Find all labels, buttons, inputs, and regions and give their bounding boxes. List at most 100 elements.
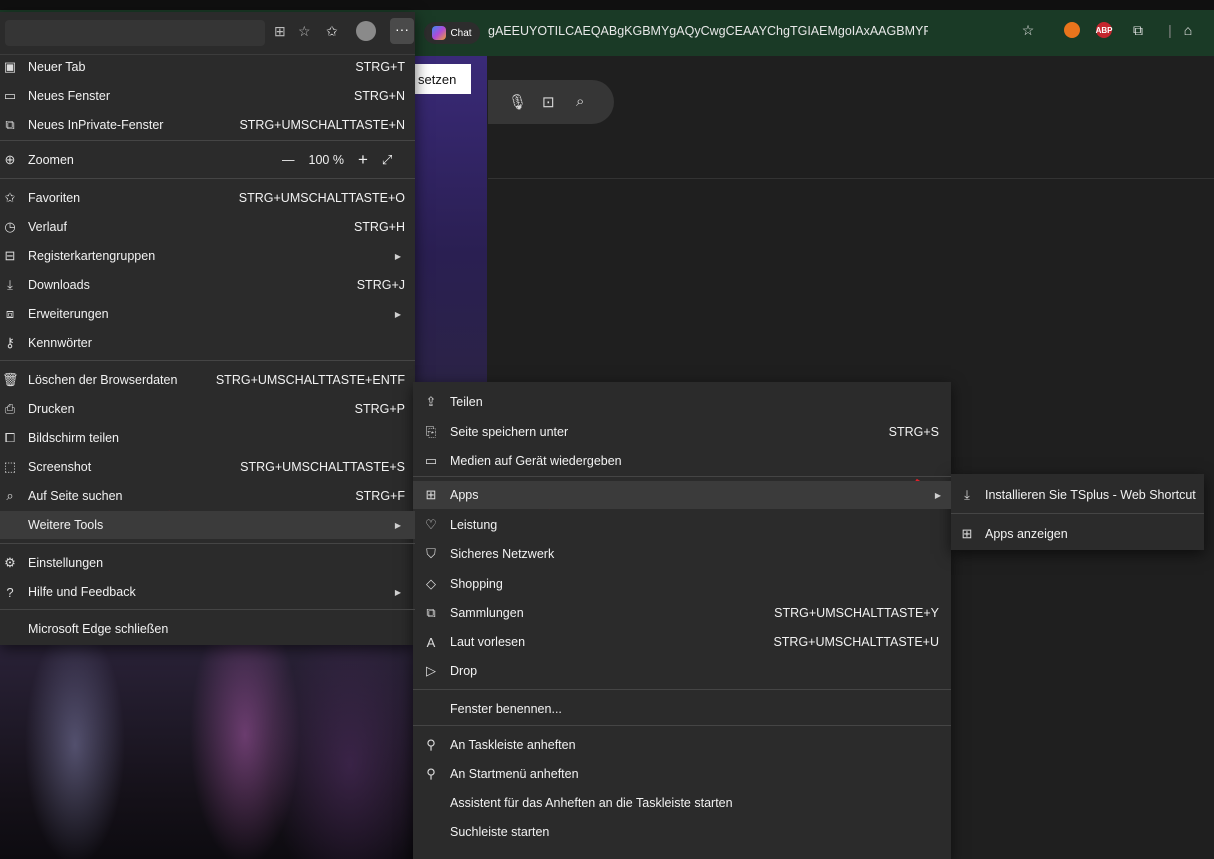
tools-menu-item-14[interactable]: Suchleiste starten <box>413 818 951 846</box>
main-menu-item-8[interactable]: ⧈ Erweiterungen ▶ <box>0 300 415 328</box>
zoom-in-button[interactable]: + <box>358 150 368 170</box>
tools-menu-item-1[interactable]: ⎘ Seite speichern unter STRG+S <box>413 418 951 446</box>
tools-menu-item-7[interactable]: ⧉ Sammlungen STRG+UMSCHALTTASTE+Y <box>413 599 951 627</box>
chat-button[interactable]: Chat <box>424 22 480 44</box>
performance-icon: ♡ <box>425 517 437 532</box>
menu-item-label: Drop <box>450 664 478 678</box>
copilot-icon <box>432 26 447 40</box>
tools-menu-item-10[interactable]: Fenster benennen... <box>413 695 951 723</box>
collections-icon: ⧉ <box>426 605 436 620</box>
main-menu-item-14[interactable]: ⌕ Auf Seite suchen STRG+F <box>0 482 415 510</box>
zoom-out-button[interactable]: — <box>282 153 295 167</box>
main-menu-item-6[interactable]: ⊟ Registerkartengruppen ▶ <box>0 242 415 270</box>
menu-item-label: Assistent für das Anheften an die Taskle… <box>450 796 733 810</box>
main-menu-item-1[interactable]: ▭ Neues Fenster STRG+N <box>0 82 415 110</box>
window-top-strip <box>0 0 1214 10</box>
trash-icon: 🗑 <box>2 372 19 387</box>
main-menu-item-15[interactable]: Weitere Tools ▶ <box>0 511 415 539</box>
new-tab-icon: ▣ <box>3 59 17 74</box>
tools-menu-item-3[interactable]: ⊞ Apps ▶ <box>413 481 951 509</box>
main-menu-item-5[interactable]: ◷ Verlauf STRG+H <box>0 213 415 241</box>
fullscreen-icon[interactable]: ⤢ <box>382 152 392 168</box>
main-menu-item-9[interactable]: ⚷ Kennwörter <box>0 329 415 357</box>
main-menu-item-16[interactable]: ⚙ Einstellungen <box>0 549 415 577</box>
main-menu-item-12[interactable]: ⧠ Bildschirm teilen <box>0 424 415 452</box>
abp-badge: ABP <box>1096 22 1112 38</box>
star-icon[interactable]: ☆ <box>1018 20 1038 40</box>
main-menu-item-4[interactable]: ✩ Favoriten STRG+UMSCHALTTASTE+O <box>0 184 415 212</box>
main-menu-item-11[interactable]: ⎙ Drucken STRG+P <box>0 395 415 423</box>
tools-menu-item-11[interactable]: ⚲ An Taskleiste anheften <box>413 731 951 759</box>
menu-item-shortcut: STRG+T <box>355 60 405 74</box>
menu-item-label: Laut vorlesen <box>450 635 526 649</box>
menu-item-label: Registerkartengruppen <box>28 249 156 263</box>
main-menu-item-7[interactable]: ⤓ Downloads STRG+J <box>0 271 415 299</box>
read-aloud-icon: A <box>426 634 436 650</box>
toolbar-divider: | <box>1168 22 1172 38</box>
tools-menu-item-0[interactable]: ⇪ Teilen <box>413 388 951 416</box>
favorites-bar-icon[interactable]: ✩ <box>326 23 338 40</box>
menu-item-shortcut: STRG+UMSCHALTTASTE+N <box>239 118 405 132</box>
menu-item-label: Kennwörter <box>28 336 92 350</box>
menu-item-label: Microsoft Edge schließen <box>28 622 169 636</box>
more-options-button[interactable]: ··· <box>390 18 414 44</box>
history-icon: ◷ <box>4 219 16 234</box>
menu-item-shortcut: STRG+S <box>888 425 939 439</box>
background-image-strip <box>405 56 487 386</box>
shield-icon: ⛉ <box>426 546 436 561</box>
extensions-icon[interactable]: ⧉ <box>1128 20 1148 40</box>
address-bar-text[interactable]: gAEEUYOTILCAEQABgKGBMYgAQyCwgCEAAYChgTGI… <box>488 24 928 38</box>
menu-item-label: Sammlungen <box>450 606 524 620</box>
main-menu-item-0[interactable]: ▣ Neuer Tab STRG+T <box>0 53 415 81</box>
menu-item-shortcut: STRG+UMSCHALTTASTE+S <box>240 460 405 474</box>
submenu-arrow-icon: ▶ <box>394 309 401 319</box>
main-menu-item-18[interactable]: Microsoft Edge schließen <box>0 615 415 643</box>
tools-menu-item-9[interactable]: ▷ Drop <box>413 657 951 685</box>
tools-menu-item-12[interactable]: ⚲ An Startmenü anheften <box>413 760 951 788</box>
apps-menu-item-1[interactable]: ⊞ Apps anzeigen <box>951 520 1204 548</box>
menu-item-label: Neues Fenster <box>28 89 110 103</box>
menu-separator <box>951 513 1204 514</box>
tools-menu-item-5[interactable]: ⛉ Sicheres Netzwerk <box>413 540 951 568</box>
apps-menu-item-0[interactable]: ⤓ Installieren Sie TSplus - Web Shortcut <box>951 481 1204 509</box>
microphone-icon[interactable]: 🎙 <box>508 93 527 111</box>
find-icon: ⌕ <box>6 488 14 503</box>
adblock-icon[interactable]: ABP <box>1094 20 1114 40</box>
menu-item-label: Verlauf <box>28 220 67 234</box>
tools-menu-item-4[interactable]: ♡ Leistung <box>413 511 951 539</box>
background-image <box>0 645 415 859</box>
menu-item-label: Hilfe und Feedback <box>28 585 136 599</box>
search-icon[interactable]: ⌕ <box>576 93 584 110</box>
zoom-level: 100 % <box>308 153 344 167</box>
extension-orange-icon[interactable] <box>1062 20 1082 40</box>
visual-search-icon[interactable]: ⊡ <box>542 93 555 111</box>
download-icon: ⤓ <box>964 487 970 502</box>
menu-item-label: Shopping <box>450 577 503 591</box>
tools-menu-item-6[interactable]: ◇ Shopping <box>413 570 951 598</box>
menu-item-shortcut: STRG+P <box>354 402 405 416</box>
favorite-star-icon[interactable]: ☆ <box>298 23 311 40</box>
main-menu-item-10[interactable]: 🗑 Löschen der Browserdaten STRG+UMSCHALTTA… <box>0 366 415 394</box>
menu-item-label: An Taskleiste anheften <box>450 738 576 752</box>
menu-item-shortcut: STRG+UMSCHALTTASTE+U <box>773 635 939 649</box>
menu-separator <box>413 476 951 477</box>
tools-menu-item-13[interactable]: Assistent für das Anheften an die Taskle… <box>413 789 951 817</box>
setzen-button[interactable]: setzen <box>415 64 471 94</box>
main-menu-item-17[interactable]: ? Hilfe und Feedback ▶ <box>0 578 415 606</box>
menu-item-label: Bildschirm teilen <box>28 431 120 445</box>
main-menu-item-13[interactable]: ⬚ Screenshot STRG+UMSCHALTTASTE+S <box>0 453 415 481</box>
address-field[interactable] <box>5 20 265 46</box>
menu-item-label: Sicheres Netzwerk <box>450 547 555 561</box>
menu-item-label: Einstellungen <box>28 556 104 570</box>
tools-menu-item-2[interactable]: ▭ Medien auf Gerät wiedergeben <box>413 447 951 475</box>
submenu-arrow-icon: ▶ <box>394 251 401 261</box>
main-menu-item-2[interactable]: ⧉ Neues InPrivate-Fenster STRG+UMSCHALTTAS… <box>0 111 415 139</box>
profile-avatar[interactable] <box>356 21 376 41</box>
screen-share-icon: ⧠ <box>4 430 16 445</box>
menu-item-label: Zoomen <box>28 153 74 167</box>
page-divider <box>488 178 1214 179</box>
submenu-arrow-icon: ▶ <box>394 587 401 597</box>
tools-menu-item-8[interactable]: A Laut vorlesen STRG+UMSCHALTTASTE+U <box>413 628 951 656</box>
split-screen-icon[interactable]: ⊞ <box>274 23 286 40</box>
read-later-icon[interactable]: ⌂ <box>1178 20 1198 40</box>
